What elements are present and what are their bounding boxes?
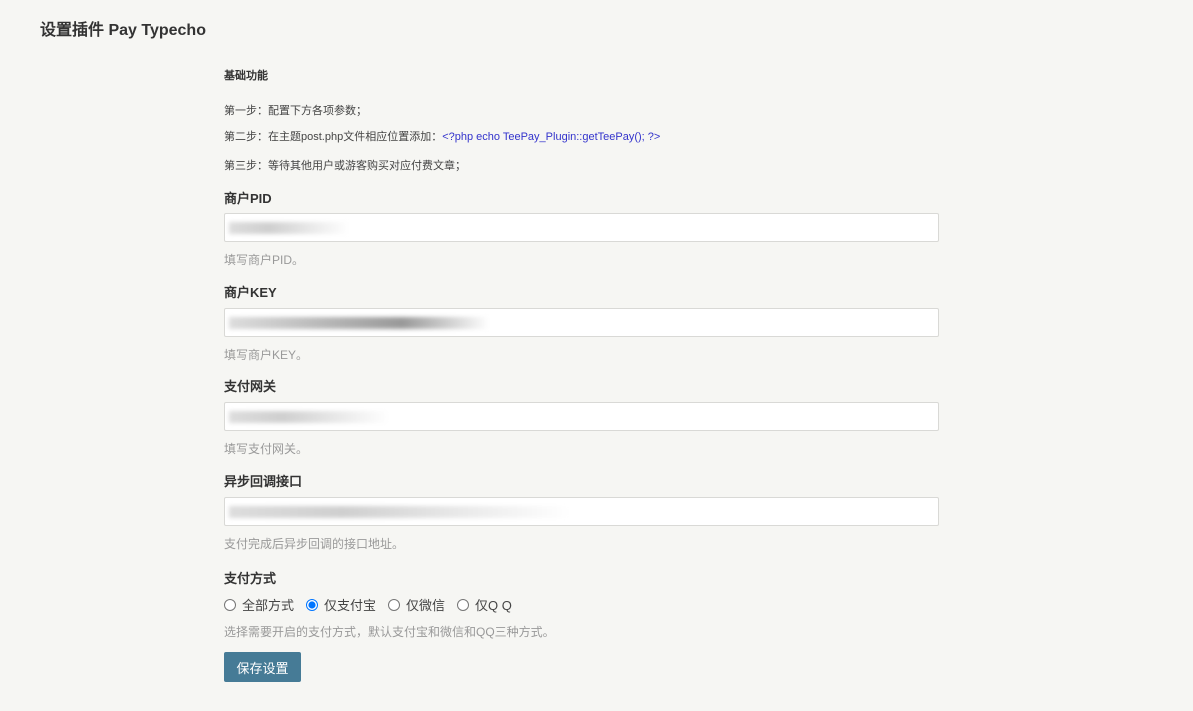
notify-input[interactable] xyxy=(224,497,939,526)
step-1: 第一步：配置下方各项参数； xyxy=(224,105,367,117)
notify-desc: 支付完成后异步回调的接口地址。 xyxy=(224,537,405,551)
step-3: 第三步：等待其他用户或游客购买对应付费文章； xyxy=(224,160,466,172)
key-desc: 填写商户KEY。 xyxy=(224,348,309,362)
pid-desc: 填写商户PID。 xyxy=(224,253,305,267)
pid-label: 商户PID xyxy=(224,191,272,206)
payment-desc: 选择需要开启的支付方式，默认支付宝和微信和QQ三种方式。 xyxy=(224,625,555,639)
key-input[interactable] xyxy=(224,308,939,337)
step-2-code: <?php echo TeePay_Plugin::getTeePay(); ?… xyxy=(442,131,661,143)
gateway-desc: 填写支付网关。 xyxy=(224,442,309,456)
step-2-text: 第二步：在主题post.php文件相应位置添加： xyxy=(224,131,443,143)
radio-alipay[interactable]: 仅支付宝 xyxy=(306,595,376,614)
radio-wechat[interactable]: 仅微信 xyxy=(388,595,445,614)
step-2: 第二步：在主题post.php文件相应位置添加：<?php echo TeePa… xyxy=(224,128,660,144)
radio-qq[interactable]: 仅Q Q xyxy=(457,595,512,614)
page-title: 设置插件 Pay Typecho xyxy=(40,22,206,39)
gateway-input[interactable] xyxy=(224,402,939,431)
payment-radio-group: 全部方式 仅支付宝 仅微信 仅Q Q xyxy=(224,595,524,614)
pid-input[interactable] xyxy=(224,213,939,242)
radio-all[interactable]: 全部方式 xyxy=(224,595,294,614)
section-heading: 基础功能 xyxy=(224,70,268,82)
gateway-label: 支付网关 xyxy=(224,379,277,394)
notify-label: 异步回调接口 xyxy=(224,474,303,489)
save-button[interactable]: 保存设置 xyxy=(224,652,301,682)
key-label: 商户KEY xyxy=(224,285,277,300)
payment-label: 支付方式 xyxy=(224,571,277,586)
